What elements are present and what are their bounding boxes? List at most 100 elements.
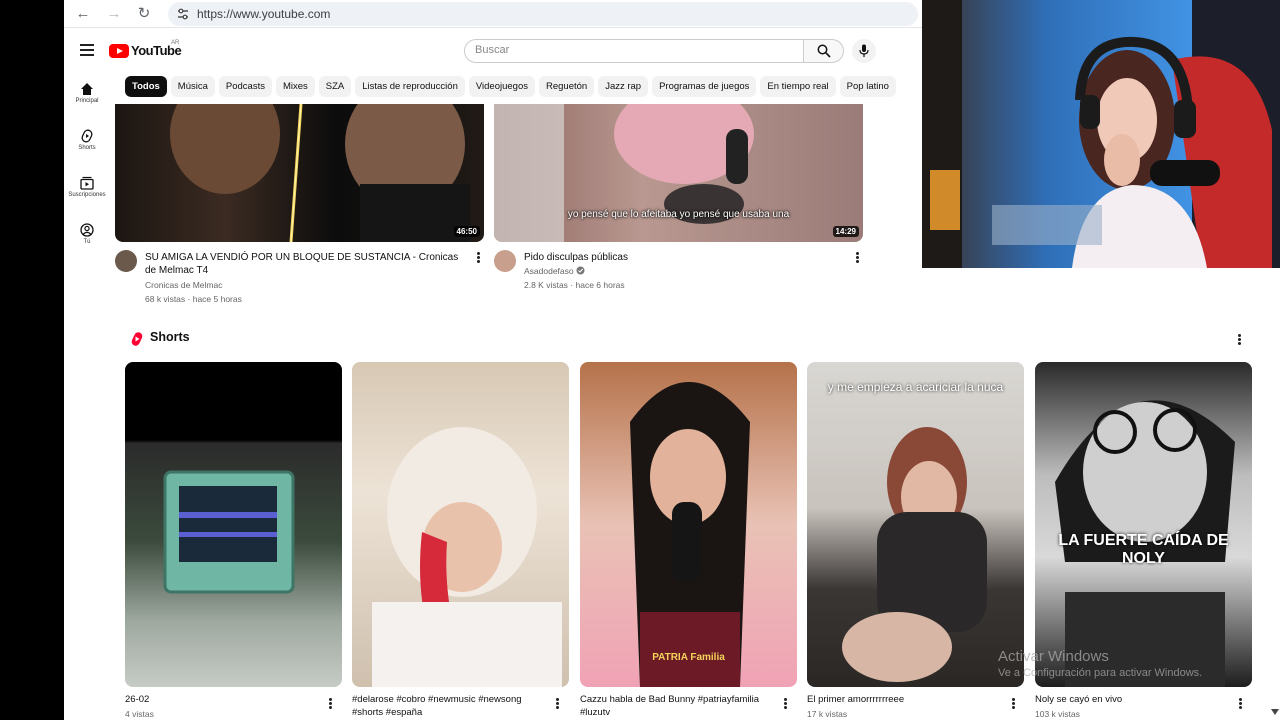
short-menu-icon[interactable] [1237, 697, 1243, 711]
video-duration: 14:29 [832, 226, 859, 237]
chip-en-tiempo-real[interactable]: En tiempo real [760, 76, 836, 97]
chip-mixes[interactable]: Mixes [275, 76, 315, 97]
rail-item-subscriptions[interactable]: Suscripciones [64, 176, 110, 198]
short-overlay-text: LA FUERTE CAÍDA DE NOLY [1058, 532, 1229, 567]
short-artwork [842, 427, 987, 682]
address-bar[interactable]: https://www.youtube.com [168, 2, 918, 26]
rail-item-home[interactable]: Principal [64, 82, 110, 104]
video-stats: 2.8 K vistas · hace 6 horas [524, 280, 625, 290]
short-menu-icon[interactable] [327, 697, 333, 711]
video-title[interactable]: Pido disculpas públicas [524, 251, 842, 264]
video-title[interactable]: SU AMIGA LA VENDIÓ POR UN BLOQUE DE SUST… [145, 251, 463, 277]
upload-age: hace 5 horas [192, 294, 242, 304]
voice-search-button[interactable] [852, 39, 876, 63]
shorts-logo-icon [131, 332, 143, 346]
microphone-icon [859, 44, 869, 57]
chip-todos[interactable]: Todos [125, 76, 167, 97]
chip-pop-latino[interactable]: Pop latino [839, 76, 896, 97]
watermark-line-1: Activar Windows [998, 648, 1109, 665]
chip-listas-de-reproducción[interactable]: Listas de reproducción [355, 76, 465, 97]
chip-programas-de-juegos[interactable]: Programas de juegos [652, 76, 757, 97]
webcam-overlay [922, 0, 1280, 268]
forward-icon[interactable]: → [105, 5, 123, 23]
reload-icon[interactable]: ↻ [135, 5, 153, 23]
search-box[interactable] [464, 39, 804, 63]
rail-label: Shorts [78, 145, 96, 151]
chip-videojuegos[interactable]: Videojuegos [468, 76, 535, 97]
upload-age: hace 6 horas [575, 280, 625, 290]
chip-jazz-rap[interactable]: Jazz rap [598, 76, 649, 97]
short-view-count: 4 vistas [125, 709, 154, 719]
short-view-count: 17 k vistas [807, 709, 848, 719]
site-settings-icon[interactable] [176, 7, 190, 21]
screen: ← → ↻ https://www.youtube.com YouTube AR [0, 0, 1280, 720]
video-menu-icon[interactable] [854, 251, 860, 265]
channel-name-row: Asadodefaso [524, 264, 585, 278]
shorts-section-menu-icon[interactable] [1236, 333, 1242, 347]
thumbnail-artwork [494, 104, 754, 242]
short-menu-icon[interactable] [1010, 697, 1016, 711]
short-artwork [630, 382, 750, 687]
channel-avatar[interactable] [494, 250, 516, 272]
short-artwork [372, 427, 562, 687]
short-title[interactable]: 26-02 [125, 693, 315, 706]
subscriptions-icon [80, 176, 94, 190]
chip-música[interactable]: Música [170, 76, 215, 97]
shorts-icon [81, 129, 93, 143]
short-thumbnail[interactable]: y me empieza a acariciar la nuca [807, 362, 1024, 687]
short-artwork [1055, 400, 1235, 687]
watermark-line-2: Ve a Configuración para activar Windows. [998, 667, 1203, 679]
youtube-header: YouTube AR [64, 28, 922, 74]
shorts-section-title: Shorts [150, 330, 190, 344]
video-menu-icon[interactable] [475, 251, 481, 265]
short-title[interactable]: Noly se cayó en vivo [1035, 693, 1225, 706]
short-menu-icon[interactable] [554, 697, 560, 711]
search-input[interactable] [475, 44, 775, 56]
short-overlay-text: PATRIA Familia [652, 652, 725, 663]
short-artwork [163, 470, 295, 594]
you-icon [80, 223, 94, 237]
short-thumbnail[interactable]: PATRIA Familia [580, 362, 797, 687]
scroll-down-icon[interactable] [1270, 708, 1280, 716]
short-menu-icon[interactable] [782, 697, 788, 711]
short-thumbnail[interactable] [352, 362, 569, 687]
rail-label: Suscripciones [68, 192, 106, 198]
thumbnail-artwork [170, 104, 470, 242]
short-view-count: 103 k vistas [1035, 709, 1080, 719]
video-duration: 46:50 [453, 226, 480, 237]
video-caption: yo pensé que lo afeitaba yo pensé que us… [567, 209, 790, 220]
country-code: AR [171, 40, 180, 46]
webcam-feed-image [922, 0, 1280, 268]
verified-badge-icon [576, 266, 585, 275]
short-title[interactable]: #delarose #cobro #newmusic #newsong #sho… [352, 693, 542, 719]
video-thumbnail[interactable]: 46:50 [115, 104, 484, 242]
category-chips: Todos Música Podcasts Mixes SZA Listas de rep… [125, 76, 900, 98]
back-icon[interactable]: ← [74, 5, 92, 23]
url-text[interactable]: https://www.youtube.com [197, 7, 330, 21]
video-thumbnail[interactable]: yo pensé que lo afeitaba yo pensé que us… [494, 104, 863, 242]
chip-reguetón[interactable]: Reguetón [538, 76, 595, 97]
rail-label: Tú [83, 239, 91, 245]
search-icon [817, 44, 831, 58]
video-stats: 68 k vistas · hace 5 horas [145, 294, 242, 304]
short-title[interactable]: Cazzu habla de Bad Bunny #patriayfamilia… [580, 693, 770, 719]
browser-toolbar: ← → ↻ https://www.youtube.com [64, 0, 922, 28]
short-overlay-text: y me empieza a acariciar la nuca [827, 380, 1004, 394]
rail-label: Principal [75, 98, 99, 104]
rail-item-you[interactable]: Tú [64, 223, 110, 245]
youtube-play-icon [109, 44, 129, 58]
short-title[interactable]: El primer amorrrrrrreee [807, 693, 997, 706]
home-icon [81, 83, 93, 95]
channel-avatar[interactable] [115, 250, 137, 272]
chip-sza[interactable]: SZA [318, 76, 352, 97]
chip-podcasts[interactable]: Podcasts [218, 76, 272, 97]
rail-item-shorts[interactable]: Shorts [64, 129, 110, 151]
short-thumbnail[interactable]: LA FUERTE CAÍDA DE NOLY [1035, 362, 1252, 687]
windows-activation-watermark: Activar Windows Ve a Configuración para … [998, 648, 1202, 679]
view-count: 2.8 K vistas [524, 280, 568, 290]
short-thumbnail[interactable] [125, 362, 342, 687]
hamburger-menu-icon[interactable] [80, 44, 94, 56]
channel-name[interactable]: Asadodefaso [524, 266, 574, 276]
channel-name[interactable]: Cronicas de Melmac [145, 278, 222, 292]
search-button[interactable] [804, 39, 844, 63]
